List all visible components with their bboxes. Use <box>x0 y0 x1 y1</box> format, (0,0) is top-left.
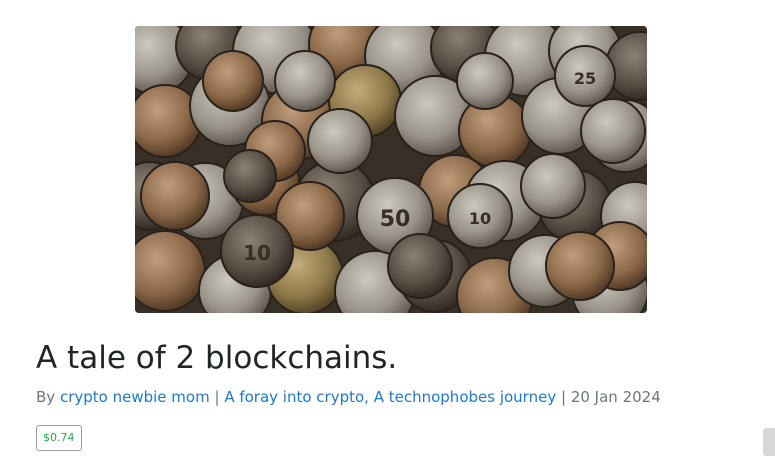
side-scroll-handle[interactable] <box>763 428 775 456</box>
separator: | <box>214 388 220 406</box>
community-link[interactable]: A foray into crypto, A technophobes jour… <box>224 388 556 406</box>
post-date: 20 Jan 2024 <box>570 388 661 406</box>
hero-image[interactable]: 50 10 25 10 <box>135 26 647 313</box>
coins-photo: 50 10 25 10 <box>135 26 647 313</box>
post-byline: By crypto newbie mom | A foray into cryp… <box>36 386 661 408</box>
separator: | <box>560 388 567 406</box>
post-title[interactable]: A tale of 2 blockchains. <box>36 336 397 380</box>
payout-badge[interactable]: $0.74 <box>36 425 82 451</box>
by-label: By <box>36 388 56 406</box>
author-link[interactable]: crypto newbie mom <box>60 388 210 406</box>
